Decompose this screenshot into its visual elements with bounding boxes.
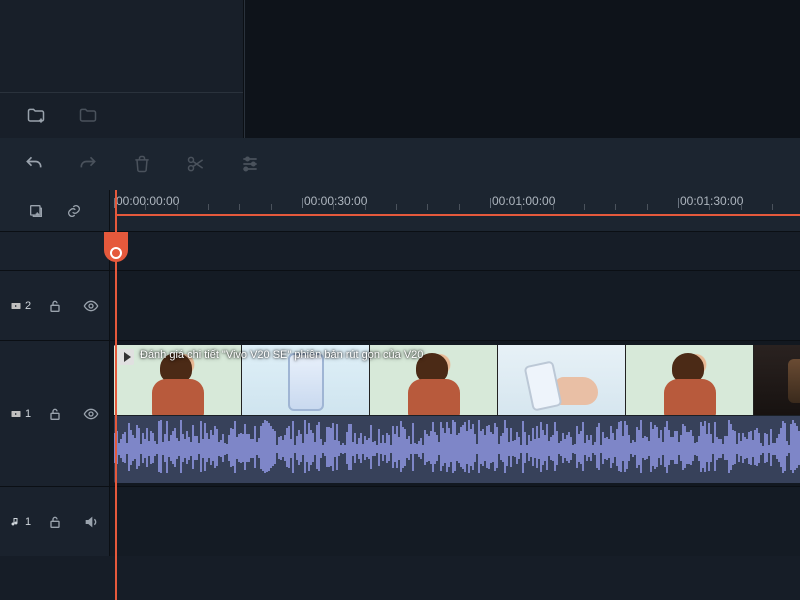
upper-panel — [0, 0, 800, 138]
edit-toolbar — [0, 138, 800, 190]
link-chain-icon[interactable] — [62, 199, 86, 223]
scissors-icon[interactable] — [184, 152, 208, 176]
ruler-label: 00:01:00:00 — [492, 194, 555, 208]
speaker-icon[interactable] — [79, 510, 103, 534]
clip-thumbnail — [242, 345, 370, 415]
clip-thumbnail — [626, 345, 754, 415]
track-body-a1[interactable] — [110, 486, 800, 556]
timeline-ruler-row: 00:00:00:00 00:00:30:00 00:01:00:00 00:01:3… — [0, 190, 800, 232]
eye-icon[interactable] — [79, 294, 103, 318]
clip-play-icon — [118, 349, 134, 365]
redo-icon[interactable] — [76, 152, 100, 176]
delete-icon[interactable] — [130, 152, 154, 176]
ruler-gutter — [0, 190, 110, 231]
track-type-audio-icon: 1 — [10, 516, 31, 528]
clip-thumbnail — [754, 345, 800, 415]
track-video-2: 2 — [0, 270, 800, 340]
track-type-video-icon: 1 — [10, 408, 31, 420]
media-overlay-icon[interactable] — [24, 199, 48, 223]
ruler-label: 00:00:30:00 — [304, 194, 367, 208]
media-panel — [0, 0, 244, 138]
folder-add-icon[interactable] — [24, 104, 48, 128]
eye-icon[interactable] — [79, 402, 103, 426]
undo-icon[interactable] — [22, 152, 46, 176]
track-header-a1: 1 — [0, 486, 110, 556]
timeline-ruler[interactable]: 00:00:00:00 00:00:30:00 00:01:00:00 00:01:3… — [110, 190, 800, 231]
ruler-label: 00:01:30:00 — [680, 194, 743, 208]
track-header-v2: 2 — [0, 270, 110, 340]
clip-thumbnail — [498, 345, 626, 415]
tracks-container: 2 1 — [0, 270, 800, 600]
track-type-video-icon: 2 — [10, 300, 31, 312]
track-body-v1[interactable]: Đánh giá chi tiết "Vivo V20 SE" phiên bả… — [110, 340, 800, 486]
video-clip[interactable]: Đánh giá chi tiết "Vivo V20 SE" phiên bả… — [114, 345, 800, 483]
lock-icon[interactable] — [43, 510, 67, 534]
clip-thumbnail — [370, 345, 498, 415]
folder-icon[interactable] — [76, 104, 100, 128]
lock-icon[interactable] — [43, 402, 67, 426]
track-index: 1 — [25, 516, 31, 528]
track-audio-1: 1 — [0, 486, 800, 556]
media-dock — [0, 92, 243, 138]
clip-audio-waveform — [114, 415, 800, 483]
track-body-v2[interactable] — [110, 270, 800, 340]
lock-icon[interactable] — [43, 294, 67, 318]
ruler-label: 00:00:00:00 — [116, 194, 179, 208]
track-header-v1: 1 — [0, 340, 110, 486]
track-index: 1 — [25, 408, 31, 420]
track-index: 2 — [25, 300, 31, 312]
timeline: 00:00:00:00 00:00:30:00 00:01:00:00 00:01:3… — [0, 190, 800, 600]
track-video-1: 1 Đánh giá chi tiết "Vivo V20 SE" phiên … — [0, 340, 800, 486]
preview-panel — [244, 0, 800, 138]
sliders-icon[interactable] — [238, 152, 262, 176]
marker-strip — [0, 232, 800, 270]
